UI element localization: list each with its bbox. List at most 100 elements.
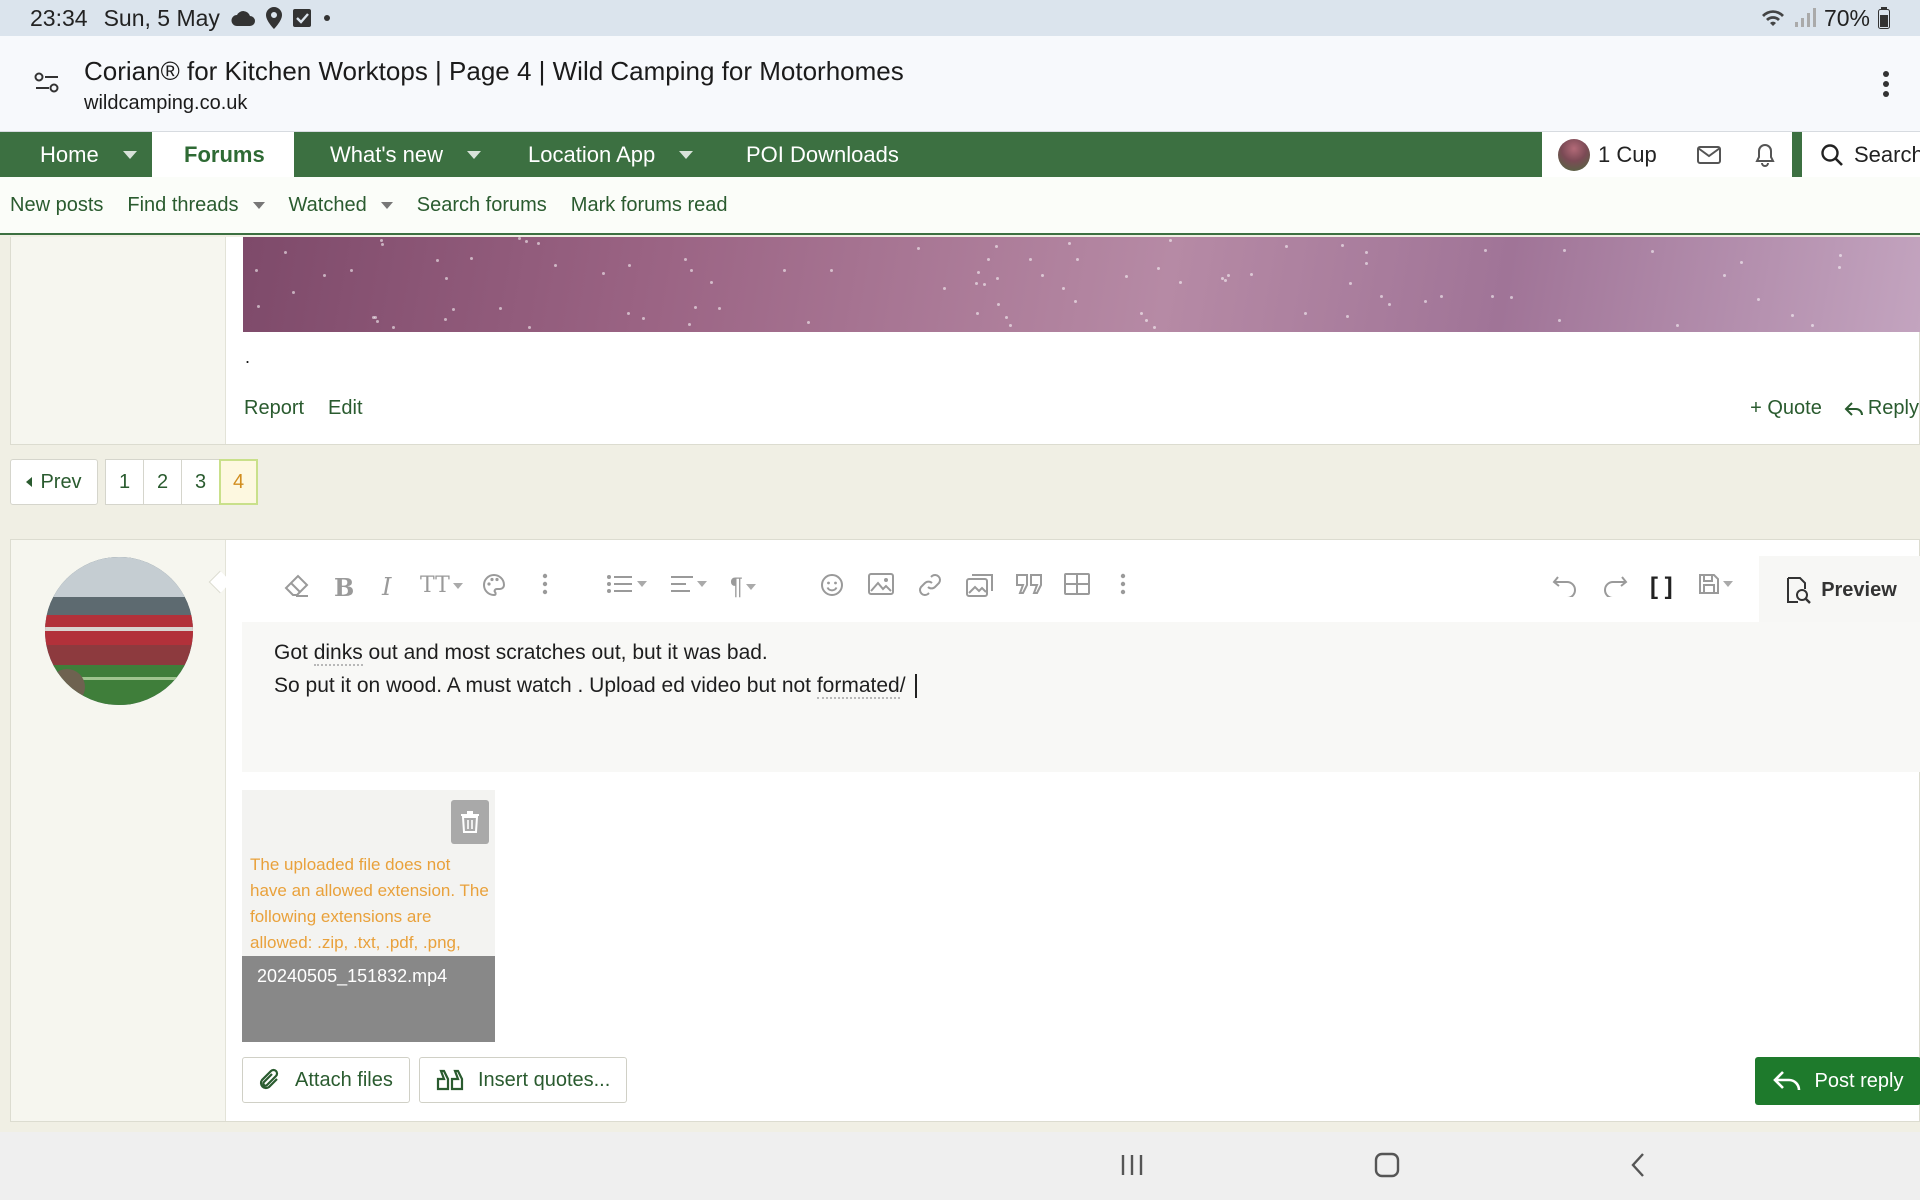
image-speck (436, 259, 439, 262)
italic-icon[interactable]: I (382, 573, 391, 601)
status-bar: 23:34 Sun, 5 May 70% (0, 0, 1920, 36)
page-1-button[interactable]: 1 (105, 459, 144, 505)
watched-label: Watched (288, 193, 367, 216)
attach-files-button[interactable]: Attach files (242, 1057, 410, 1103)
insert-quotes-label: Insert quotes... (478, 1068, 611, 1091)
post-body-text: . (245, 347, 251, 367)
site-settings-icon[interactable] (34, 72, 60, 99)
delete-attachment-button[interactable] (451, 800, 489, 844)
quote-link[interactable]: + Quote (1750, 397, 1822, 420)
reply-link[interactable]: Reply (1844, 397, 1919, 420)
nav-poi-downloads[interactable]: POI Downloads (746, 132, 899, 177)
nav-location-app[interactable]: Location App (528, 132, 694, 177)
post-reply-button[interactable]: Post reply (1755, 1057, 1920, 1105)
eraser-icon[interactable] (284, 573, 310, 599)
home-icon[interactable] (1374, 1152, 1400, 1183)
image-speck (1341, 244, 1344, 247)
find-threads-label: Find threads (127, 193, 239, 216)
text-size-icon[interactable]: TT (420, 573, 463, 598)
prev-page-button[interactable]: Prev (10, 459, 98, 505)
find-threads-link[interactable]: Find threads (127, 193, 265, 217)
reply-arrow-icon (1844, 401, 1864, 417)
page-4-button[interactable]: 4 (219, 459, 258, 505)
recent-apps-icon[interactable] (1120, 1152, 1144, 1183)
image-speck (1424, 300, 1427, 303)
bbcode-toggle-icon[interactable]: [ ] (1650, 573, 1673, 601)
image-speck (830, 269, 833, 272)
image-speck (1380, 295, 1383, 298)
search-icon[interactable] (1820, 143, 1844, 167)
image-speck (977, 271, 980, 274)
more-vertical-icon[interactable] (542, 573, 548, 595)
reply-user-column (11, 540, 226, 1121)
image-speck (1723, 274, 1726, 277)
quote-icon[interactable] (1015, 573, 1043, 595)
bell-icon[interactable] (1755, 143, 1775, 167)
image-speck (627, 312, 630, 315)
more-vertical-icon[interactable] (1120, 573, 1126, 595)
image-speck (1558, 319, 1561, 322)
redo-icon[interactable] (1602, 573, 1628, 597)
reply-arrow-icon (1772, 1070, 1801, 1092)
envelope-icon[interactable] (1696, 145, 1721, 164)
image-speck (1388, 303, 1391, 306)
table-icon[interactable] (1064, 573, 1090, 595)
chevron-down-icon[interactable] (252, 201, 265, 209)
back-icon[interactable] (1630, 1152, 1646, 1183)
browser-bar: Corian® for Kitchen Worktops | Page 4 | … (0, 36, 1920, 132)
bold-icon[interactable]: B (334, 573, 354, 602)
message-editor[interactable]: Got dinks out and most scratches out, bu… (242, 622, 1920, 772)
image-speck (1041, 274, 1044, 277)
image-speck (1791, 314, 1794, 317)
editor-text: / (899, 674, 912, 697)
media-icon[interactable] (966, 573, 994, 597)
smiley-icon[interactable] (820, 573, 844, 597)
misspelled-word[interactable]: dinks (313, 641, 363, 666)
image-speck (323, 274, 326, 277)
checkbox-icon (292, 8, 312, 28)
location-pin-icon (265, 7, 282, 29)
user-avatar[interactable] (1558, 138, 1590, 171)
search-forums-link[interactable]: Search forums (417, 194, 547, 217)
user-menu[interactable]: 1 Cup (1542, 132, 1792, 177)
edit-link[interactable]: Edit (328, 397, 362, 420)
mark-forums-read-link[interactable]: Mark forums read (571, 194, 728, 217)
post-image[interactable] (243, 237, 1920, 332)
image-speck (444, 318, 447, 321)
page-3-button[interactable]: 3 (181, 459, 220, 505)
save-draft-icon[interactable] (1698, 573, 1733, 595)
image-speck (1285, 245, 1288, 248)
chevron-down-icon[interactable] (380, 201, 393, 209)
undo-icon[interactable] (1552, 573, 1578, 597)
image-speck (1651, 250, 1654, 253)
preview-button[interactable]: Preview (1759, 556, 1920, 624)
report-link[interactable]: Report (244, 397, 304, 420)
image-speck (690, 269, 693, 272)
misspelled-word[interactable]: formated (816, 674, 900, 699)
chevron-down-icon[interactable] (467, 150, 482, 159)
user-name[interactable]: 1 Cup (1598, 142, 1657, 168)
image-speck (1074, 300, 1077, 303)
watched-link[interactable]: Watched (289, 194, 393, 217)
image-speck (499, 307, 502, 310)
paragraph-icon[interactable]: ¶ (730, 573, 756, 601)
list-icon[interactable] (606, 573, 647, 595)
chevron-down-icon[interactable] (679, 150, 694, 159)
insert-quotes-button[interactable]: Insert quotes... (419, 1057, 628, 1103)
image-speck (807, 321, 810, 324)
more-options-icon[interactable] (1882, 70, 1890, 103)
nav-search[interactable]: Search (1802, 132, 1920, 177)
nav-home[interactable]: Home (40, 132, 137, 177)
palette-icon[interactable] (482, 573, 506, 597)
nav-forums[interactable]: Forums (152, 132, 294, 177)
page-2-button[interactable]: 2 (143, 459, 182, 505)
link-icon[interactable] (918, 573, 942, 597)
avatar[interactable] (45, 557, 193, 705)
align-icon[interactable] (670, 573, 707, 595)
image-icon[interactable] (868, 573, 894, 595)
nav-whats-new[interactable]: What's new (330, 132, 482, 177)
page-url[interactable]: wildcamping.co.uk (84, 92, 247, 115)
caret-left-icon (26, 477, 33, 487)
chevron-down-icon[interactable] (122, 150, 137, 159)
new-posts-link[interactable]: New posts (10, 194, 103, 217)
